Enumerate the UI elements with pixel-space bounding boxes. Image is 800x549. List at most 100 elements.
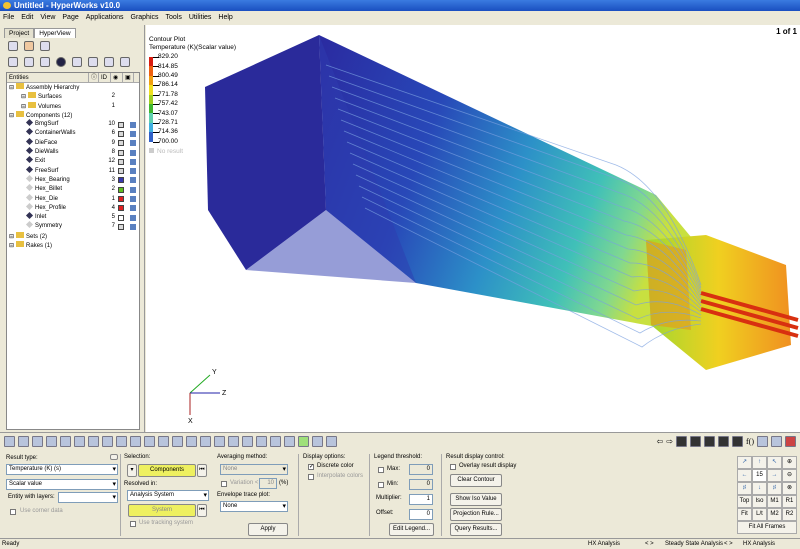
display-icon[interactable] bbox=[88, 57, 98, 67]
view-r1-button[interactable]: R1 bbox=[782, 495, 797, 508]
col-id[interactable]: ID bbox=[99, 73, 111, 82]
color-swatch[interactable] bbox=[118, 223, 124, 230]
split-layout-icon[interactable] bbox=[704, 436, 715, 447]
display-cube-icon[interactable] bbox=[130, 186, 136, 193]
mesh-tool-icon[interactable] bbox=[256, 436, 267, 447]
color-swatch[interactable] bbox=[118, 130, 124, 137]
rotation-angle-input[interactable]: 15 bbox=[752, 469, 767, 482]
entity-layers-select[interactable] bbox=[58, 492, 118, 503]
display-cube-icon[interactable] bbox=[130, 140, 136, 147]
zoom-window-icon[interactable]: ⊗ bbox=[782, 482, 797, 495]
tree-item[interactable]: ⊟ Sets (2) bbox=[7, 231, 139, 241]
menu-tools[interactable]: Tools bbox=[166, 11, 182, 24]
probe-tool-icon[interactable] bbox=[284, 436, 295, 447]
menu-view[interactable]: View bbox=[40, 11, 55, 24]
expand-toggle-icon[interactable]: ⊟ bbox=[21, 104, 26, 110]
max-checkbox[interactable] bbox=[378, 467, 384, 473]
rotate-up-icon[interactable]: ↑ bbox=[752, 456, 767, 469]
menu-applications[interactable]: Applications bbox=[86, 11, 124, 24]
color-swatch[interactable] bbox=[118, 196, 124, 203]
animate-tool-icon[interactable] bbox=[214, 436, 225, 447]
chair-icon[interactable] bbox=[771, 436, 782, 447]
tree-item[interactable]: Hex_Die 1 bbox=[7, 193, 139, 204]
averaging-select[interactable]: None bbox=[220, 464, 288, 475]
interpolate-checkbox[interactable] bbox=[308, 474, 314, 480]
system-reset-button[interactable]: ⏮ bbox=[197, 504, 207, 517]
view-top-button[interactable]: Top bbox=[737, 495, 752, 508]
display-cube-icon[interactable] bbox=[130, 223, 136, 230]
menu-edit[interactable]: Edit bbox=[21, 11, 33, 24]
display-cube-icon[interactable] bbox=[130, 130, 136, 137]
color-swatch[interactable] bbox=[118, 158, 124, 165]
view-m1-button[interactable]: M1 bbox=[767, 495, 782, 508]
expand-toggle-icon[interactable]: ⊟ bbox=[9, 234, 14, 240]
menu-graphics[interactable]: Graphics bbox=[131, 11, 159, 24]
show-iso-value-button[interactable]: Show Iso Value bbox=[450, 493, 502, 506]
copy-icon[interactable] bbox=[40, 57, 50, 67]
color-swatch[interactable] bbox=[118, 214, 124, 221]
zoom-out-icon[interactable]: ⊖ bbox=[782, 469, 797, 482]
collapse-icon[interactable] bbox=[24, 57, 34, 67]
display-cube-icon[interactable] bbox=[130, 214, 136, 221]
expand-icon[interactable] bbox=[8, 57, 18, 67]
view-lt-button[interactable]: L/t bbox=[752, 508, 767, 521]
display-cube-icon[interactable] bbox=[130, 196, 136, 203]
fit-all-frames-button[interactable]: Fit All Frames bbox=[737, 521, 797, 534]
tree-item[interactable]: FreeSurf 11 bbox=[7, 165, 139, 176]
edit-tool-icon[interactable] bbox=[312, 436, 323, 447]
status-nav-arrows-2[interactable]: < > bbox=[724, 539, 733, 549]
rotate-up-left-icon[interactable]: ↗ bbox=[737, 456, 752, 469]
menu-help[interactable]: Help bbox=[218, 11, 232, 24]
color-swatch[interactable] bbox=[118, 205, 124, 212]
zoom-in-icon[interactable]: ⊕ bbox=[782, 456, 797, 469]
menu-page[interactable]: Page bbox=[62, 11, 78, 24]
print-tool-icon[interactable] bbox=[326, 436, 337, 447]
apply-button[interactable]: Apply bbox=[248, 523, 288, 536]
tree-item[interactable]: ⊟ Rakes (1) bbox=[7, 241, 139, 250]
style-tool-icon[interactable] bbox=[270, 436, 281, 447]
legend-tool-icon[interactable] bbox=[172, 436, 183, 447]
color-swatch[interactable] bbox=[118, 121, 124, 128]
tree-item[interactable]: ⊟ Volumes 1 bbox=[7, 101, 139, 111]
edit-legend-button[interactable]: Edit Legend... bbox=[389, 523, 434, 536]
select-cursor-icon[interactable] bbox=[72, 57, 82, 67]
contour-tool-icon[interactable] bbox=[46, 436, 57, 447]
rotate-left-icon[interactable]: ← bbox=[737, 469, 752, 482]
tree-item[interactable]: DieWalls 8 bbox=[7, 147, 139, 157]
trace-tool-icon[interactable] bbox=[158, 436, 169, 447]
graphics-viewport[interactable]: 1 of 1 Y Z X Contour Plot Temperature (K… bbox=[146, 25, 800, 432]
min-input[interactable]: 0 bbox=[409, 479, 433, 490]
status-nav-arrows-1[interactable]: < > bbox=[645, 539, 654, 549]
back-arrow-icon[interactable]: ⇦ bbox=[657, 437, 664, 446]
color-swatch[interactable] bbox=[118, 177, 124, 184]
open-tool-icon[interactable] bbox=[18, 436, 29, 447]
display-cube-icon[interactable] bbox=[130, 205, 136, 212]
tensor-tool-icon[interactable] bbox=[74, 436, 85, 447]
offset-input[interactable]: 0 bbox=[409, 509, 433, 520]
add-page-icon[interactable] bbox=[8, 41, 18, 51]
tree-item[interactable]: DieFace 9 bbox=[7, 137, 139, 148]
tree-item[interactable]: Hex_Bearing 3 bbox=[7, 174, 139, 185]
variation-checkbox[interactable] bbox=[221, 481, 227, 487]
rotate-up-right-icon[interactable]: ↖ bbox=[767, 456, 782, 469]
display-cube-icon[interactable] bbox=[130, 168, 136, 175]
curve-layout-icon[interactable] bbox=[732, 436, 743, 447]
col-color-icon[interactable]: ◉ bbox=[111, 73, 123, 82]
min-checkbox[interactable] bbox=[378, 482, 384, 488]
expand-toggle-icon[interactable]: ⊟ bbox=[9, 113, 14, 119]
page-layout-icon[interactable] bbox=[676, 436, 687, 447]
traffic-light-icon[interactable] bbox=[785, 436, 796, 447]
view-iso-button[interactable]: Iso bbox=[752, 495, 767, 508]
expand-toggle-icon[interactable]: ⊟ bbox=[9, 85, 14, 91]
shape-icon[interactable] bbox=[56, 57, 66, 67]
envelope-select[interactable]: None bbox=[220, 501, 288, 512]
flip-left-icon[interactable]: ♯ bbox=[737, 482, 752, 495]
display-cube-icon[interactable] bbox=[130, 149, 136, 156]
result-type-more-button[interactable] bbox=[110, 454, 118, 460]
query-results-button[interactable]: Query Results... bbox=[450, 523, 502, 536]
tab-hyperview[interactable]: HyperView bbox=[34, 28, 76, 38]
use-tracking-checkbox[interactable] bbox=[130, 521, 136, 527]
section-tool-icon[interactable] bbox=[116, 436, 127, 447]
flip-right-icon[interactable]: ♯ bbox=[767, 482, 782, 495]
eye-one-icon[interactable] bbox=[120, 57, 130, 67]
